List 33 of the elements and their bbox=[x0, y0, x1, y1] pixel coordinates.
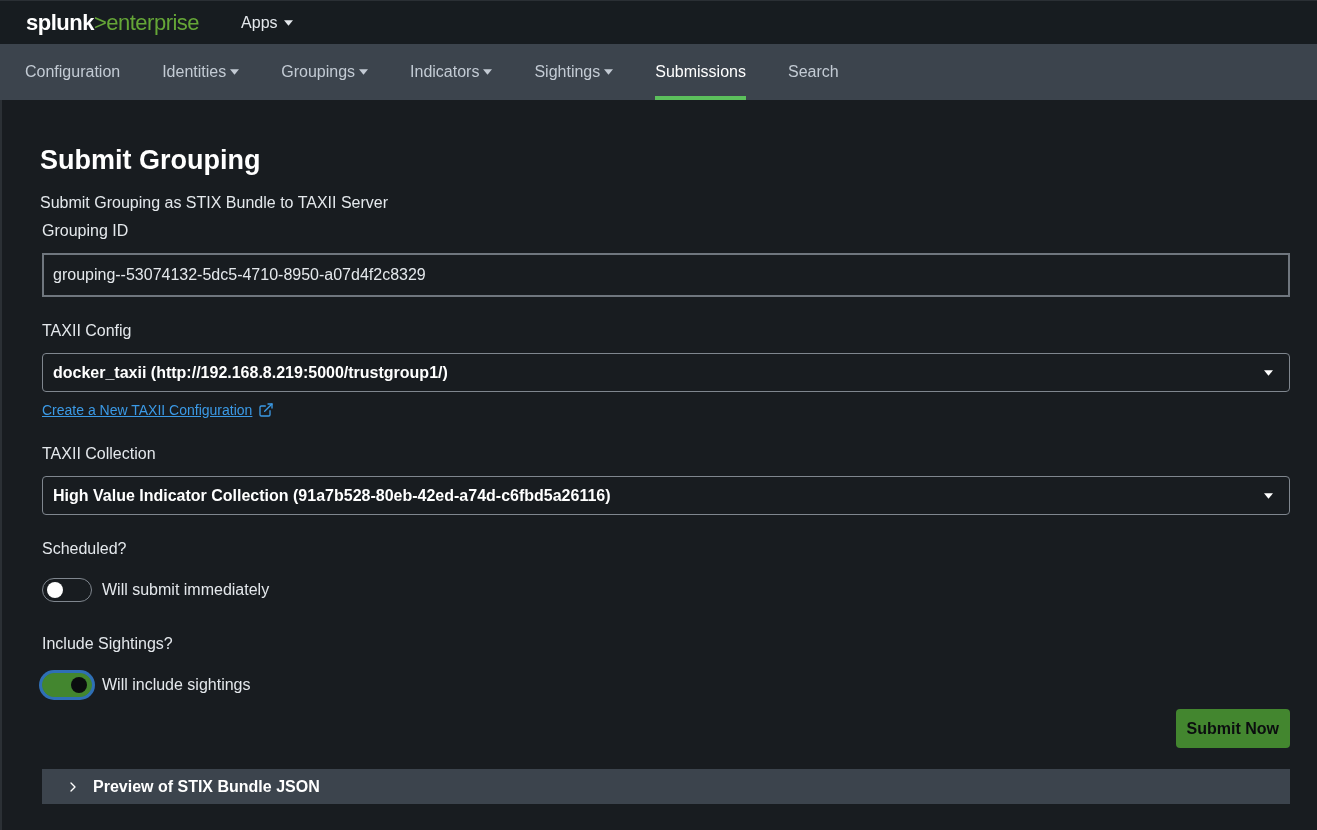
nav-tab[interactable]: Groupings bbox=[281, 44, 369, 100]
caret-down-icon bbox=[483, 69, 493, 75]
toggle-switch[interactable] bbox=[42, 673, 92, 697]
preview-accordion-header[interactable]: Preview of STIX Bundle JSON bbox=[42, 769, 1290, 804]
submit-now-button[interactable]: Submit Now bbox=[1175, 709, 1290, 748]
nav-tab[interactable]: Indicators bbox=[410, 44, 493, 100]
input-field[interactable]: grouping--53074132-5dc5-4710-8950-a07d4f2c8329 bbox=[42, 253, 1290, 297]
create-config-link[interactable]: Create a New TAXII Configuration bbox=[42, 400, 253, 420]
caret-down-icon bbox=[604, 69, 614, 75]
field-label: Scheduled? bbox=[42, 539, 127, 559]
apps-menu[interactable]: Apps bbox=[241, 10, 293, 35]
nav-tab[interactable]: Identities bbox=[162, 44, 240, 100]
switch-label: Will include sightings bbox=[102, 675, 251, 695]
field-label: TAXII Collection bbox=[42, 444, 156, 464]
field-label: TAXII Config bbox=[42, 321, 132, 341]
caret-down-icon bbox=[1264, 492, 1273, 499]
page-title: Submit Grouping bbox=[40, 144, 262, 177]
nav-tab[interactable]: Search bbox=[787, 44, 839, 100]
caret-down-icon bbox=[283, 19, 293, 26]
caret-down-icon bbox=[359, 69, 369, 75]
caret-down-icon bbox=[230, 69, 240, 75]
caret-down-icon bbox=[1264, 369, 1273, 376]
page-subtitle: Submit Grouping as STIX Bundle to TAXII Server bbox=[40, 193, 389, 213]
switch-label: Will submit immediately bbox=[102, 580, 270, 600]
nav-tab[interactable]: Sightings bbox=[534, 44, 614, 100]
select-dropdown[interactable]: docker_taxii (http://192.168.8.219:5000/trustgroup1/) bbox=[42, 353, 1290, 392]
nav-tab[interactable]: Configuration bbox=[25, 44, 121, 100]
splunk-enterprise-logo[interactable]: splunk>enterprise bbox=[26, 11, 200, 34]
select-dropdown[interactable]: High Value Indicator Collection (91a7b528-80eb-42ed-a74d-c6fbd5a26116) bbox=[42, 476, 1290, 515]
field-label: Grouping ID bbox=[42, 221, 129, 241]
external-link-icon bbox=[258, 402, 275, 418]
nav-tab[interactable]: Submissions bbox=[655, 44, 746, 100]
field-label: Include Sightings? bbox=[42, 634, 173, 654]
